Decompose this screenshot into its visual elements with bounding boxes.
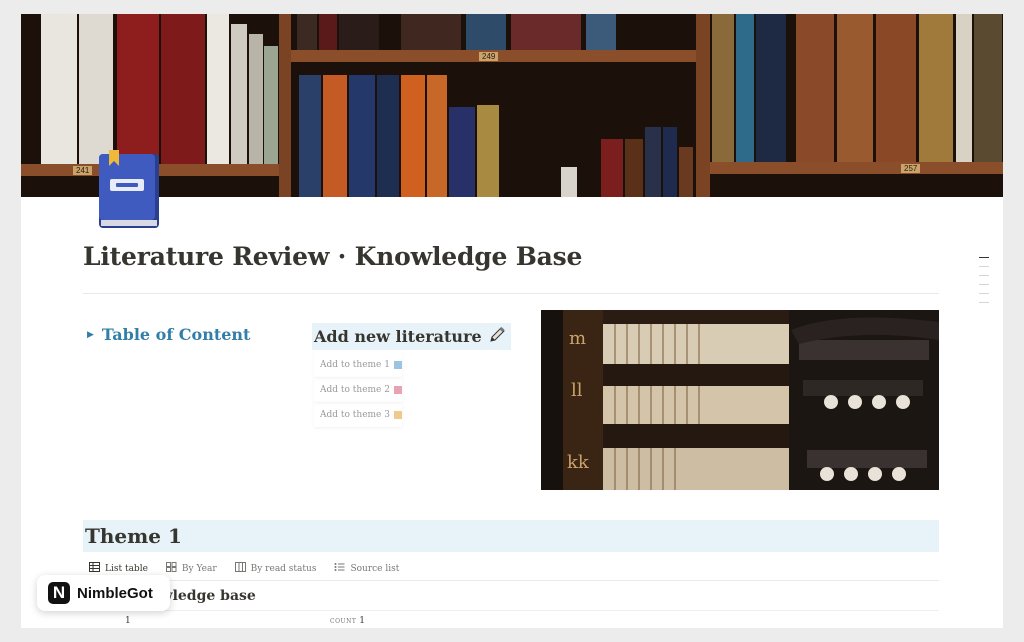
outline-mark	[979, 302, 989, 303]
svg-text:m: m	[569, 328, 586, 349]
page-title[interactable]: Literature Review · Knowledge Base	[83, 242, 582, 271]
book-spine	[41, 14, 77, 164]
shelf-frame	[696, 14, 710, 197]
outline-mark	[979, 293, 989, 294]
list-icon	[334, 562, 345, 575]
book-spine	[736, 14, 754, 162]
book-spine	[756, 14, 786, 162]
outline-mark	[979, 257, 989, 258]
add-literature-label: Add new literature	[314, 327, 482, 346]
book-spine	[349, 75, 375, 197]
book-spine	[323, 75, 347, 197]
book-spine	[712, 14, 734, 162]
toggle-triangle-icon[interactable]: ▶	[87, 330, 94, 340]
nimblegot-logo-icon: N	[48, 582, 70, 604]
book-spine	[837, 14, 873, 162]
toc-label: Table of Content	[101, 325, 251, 344]
add-literature-heading: Add new literature	[312, 323, 511, 350]
divider	[83, 610, 939, 611]
book-spine	[377, 75, 399, 197]
library-image: m ll kk	[541, 310, 939, 490]
book-spine	[231, 24, 247, 164]
nimblegot-watermark: N NimbleGot	[37, 575, 170, 611]
shelf-frame	[279, 14, 291, 197]
book-spine	[319, 14, 337, 50]
outline-mark	[979, 284, 989, 285]
add-theme-buttons: Add to theme 1 Add to theme 2 Add to the…	[314, 352, 402, 427]
tab-list-table[interactable]: List table	[89, 562, 148, 575]
divider	[83, 293, 939, 294]
shelf-number-label: 257	[901, 164, 921, 173]
book-spine	[645, 127, 661, 197]
book-spine	[956, 14, 972, 162]
book-icon[interactable]	[97, 150, 161, 232]
grid-icon	[165, 562, 177, 575]
book-spine	[249, 34, 263, 164]
book-spine	[401, 14, 461, 50]
book-spine	[663, 127, 677, 197]
cover-image[interactable]: 241 249 257	[21, 14, 1003, 197]
book-spine	[299, 75, 321, 197]
book-spine	[876, 14, 916, 162]
color-swatch	[393, 385, 402, 394]
book-spine	[974, 14, 1002, 162]
add-to-theme-3-button[interactable]: Add to theme 3	[314, 402, 402, 427]
book-spine	[161, 14, 205, 164]
divider	[83, 580, 939, 581]
board-icon	[234, 562, 246, 575]
book-spine	[625, 139, 643, 197]
add-to-theme-2-button[interactable]: Add to theme 2	[314, 377, 402, 402]
book-spine	[297, 14, 317, 50]
book-spine	[264, 46, 278, 164]
book-spine	[339, 14, 379, 50]
color-swatch	[393, 410, 402, 419]
book-spine	[601, 139, 623, 197]
book-spine	[79, 14, 113, 164]
outline-mark	[979, 266, 989, 267]
book-spine	[796, 14, 834, 162]
pencil-icon	[488, 326, 506, 348]
book-spine	[561, 167, 577, 197]
shelf-number-label: 241	[73, 166, 93, 175]
svg-text:ll: ll	[571, 380, 583, 401]
notion-page: 241 249 257 Literature Review · Knowledg…	[21, 14, 1003, 628]
table-of-content-toggle[interactable]: ▶ Table of Content	[87, 325, 250, 344]
book-spine	[679, 147, 693, 197]
book-spine	[117, 14, 159, 164]
count-summary[interactable]: COUNT 1	[330, 616, 365, 626]
book-spine	[919, 14, 953, 162]
database-view-tabs: List table By Year By read status Source…	[89, 562, 399, 575]
add-to-theme-1-button[interactable]: Add to theme 1	[314, 352, 402, 377]
tab-source-list[interactable]: Source list	[334, 562, 399, 575]
outline-mark	[979, 275, 989, 276]
book-spine	[511, 14, 581, 50]
svg-text:kk: kk	[567, 452, 590, 473]
page-outline[interactable]	[979, 257, 989, 311]
book-spine	[427, 75, 447, 197]
theme-heading[interactable]: Theme 1	[83, 520, 939, 552]
book-spine	[207, 14, 229, 164]
shelf-number-label: 249	[479, 52, 499, 61]
book-spine	[586, 14, 616, 50]
book-spine	[466, 14, 506, 50]
table-icon	[89, 562, 100, 575]
book-spine	[449, 107, 475, 197]
color-swatch	[393, 360, 402, 369]
tab-by-read-status[interactable]: By read status	[234, 562, 316, 575]
tab-by-year[interactable]: By Year	[165, 562, 217, 575]
book-spine	[401, 75, 425, 197]
shelf-board	[710, 162, 1003, 174]
row-number: 1	[125, 616, 131, 626]
book-spine	[477, 105, 499, 197]
watermark-name: NimbleGot	[77, 584, 153, 602]
